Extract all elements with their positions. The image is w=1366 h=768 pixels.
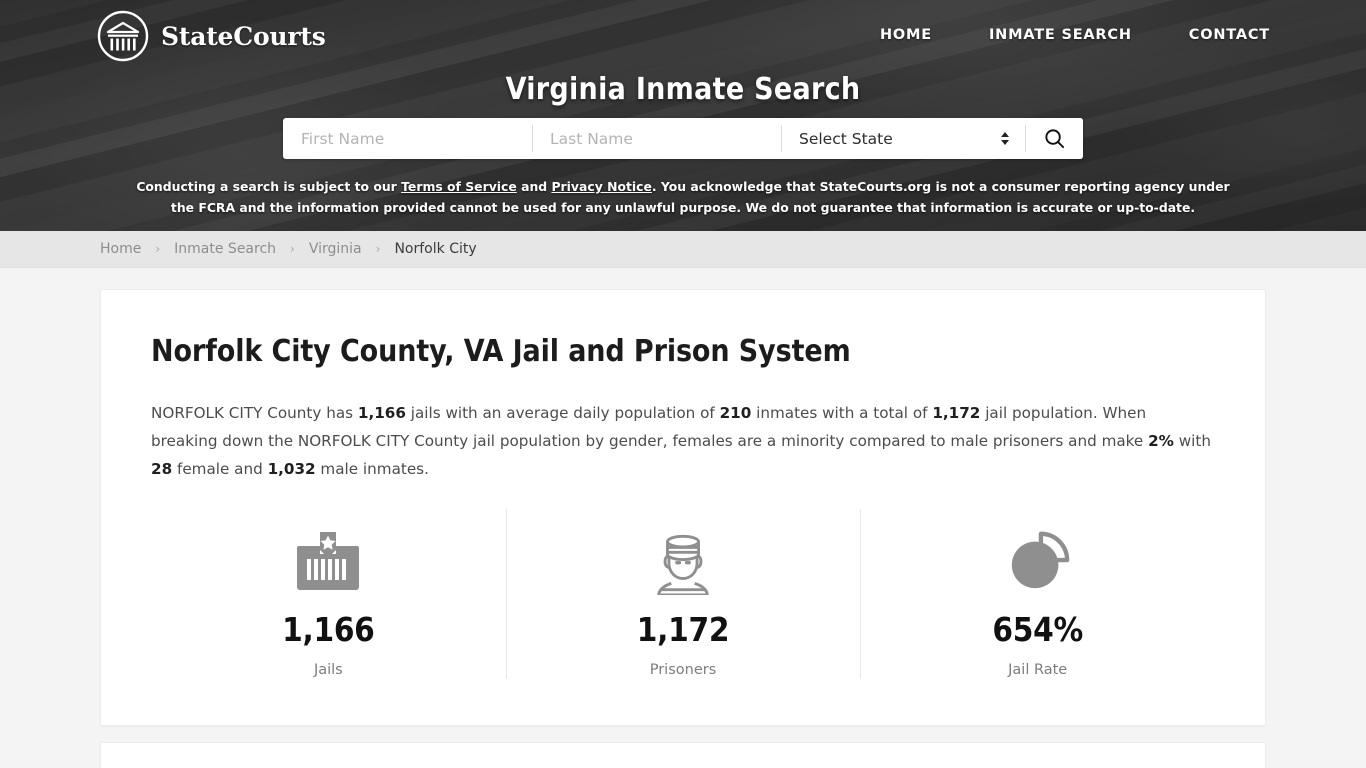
hero-title: Virginia Inmate Search — [505, 72, 861, 107]
nav-item-home[interactable]: HOME — [880, 27, 932, 43]
stat-jail-rate-value: 654% — [992, 610, 1083, 649]
search-submit-button[interactable] — [1025, 118, 1083, 159]
state-select[interactable]: Select State — [781, 118, 1025, 159]
first-name-input[interactable] — [283, 118, 532, 159]
chevron-right-icon: › — [375, 242, 381, 256]
nav-item-inmate-search[interactable]: INMATE SEARCH — [989, 27, 1132, 43]
first-name-field[interactable] — [283, 118, 532, 159]
chevron-updown-icon — [1000, 131, 1009, 147]
site-logo-link[interactable]: StateCourts — [96, 9, 326, 63]
stat-jails: 1,166 Jails — [151, 509, 506, 678]
summary-text-6: female and — [172, 460, 268, 478]
summary-text-5: with — [1173, 432, 1211, 450]
prisoner-icon — [648, 528, 718, 596]
stat-jails-value: 1,166 — [282, 610, 375, 649]
state-select-value: Select State — [799, 129, 893, 148]
summary-text-3: inmates with a total of — [751, 404, 933, 422]
summary-male-count: 1,032 — [267, 460, 316, 478]
summary-female-count: 28 — [151, 460, 173, 478]
stat-jails-label: Jails — [313, 662, 343, 678]
main-navigation: HOME INMATE SEARCH CONTACT — [880, 27, 1270, 43]
county-overview-card: Norfolk City County, VA Jail and Prison … — [100, 289, 1266, 726]
terms-of-service-link[interactable]: Terms of Service — [401, 179, 517, 194]
inmate-search-form: Select State — [283, 118, 1083, 159]
statistics-row: 1,166 Jails 1,172 Prisoners 654% Jail Ra… — [151, 509, 1215, 725]
page-content: Norfolk City County, VA Jail and Prison … — [0, 268, 1366, 768]
summary-text-2: jails with an average daily population o… — [405, 404, 720, 422]
breadcrumb-item-home[interactable]: Home — [100, 241, 141, 257]
page-title: Norfolk City County, VA Jail and Prison … — [151, 334, 851, 369]
stat-prisoners-value: 1,172 — [636, 610, 730, 649]
search-icon — [1043, 127, 1066, 150]
stat-prisoners-label: Prisoners — [649, 662, 717, 678]
summary-total-population: 1,172 — [932, 404, 981, 422]
search-disclaimer: Conducting a search is subject to our Te… — [133, 176, 1233, 218]
nav-item-contact[interactable]: CONTACT — [1189, 27, 1270, 43]
privacy-notice-link[interactable]: Privacy Notice — [551, 179, 651, 194]
chevron-right-icon: › — [155, 242, 161, 256]
county-summary-paragraph: NORFOLK CITY County has 1,166 jails with… — [151, 399, 1215, 483]
last-name-field[interactable] — [532, 118, 781, 159]
summary-jails-count: 1,166 — [357, 404, 406, 422]
summary-daily-population: 210 — [719, 404, 752, 422]
breadcrumb-item-virginia[interactable]: Virginia — [309, 241, 362, 257]
pie-chart-icon — [1003, 528, 1073, 596]
stat-jail-rate-label: Jail Rate — [1008, 662, 1068, 678]
breadcrumb-item-inmate-search[interactable]: Inmate Search — [174, 241, 276, 257]
breadcrumb-bar: Home › Inmate Search › Virginia › Norfol… — [0, 231, 1366, 268]
summary-text-1: NORFOLK CITY County has — [151, 404, 358, 422]
stat-prisoners: 1,172 Prisoners — [505, 509, 861, 679]
chevron-right-icon: › — [290, 242, 295, 256]
breadcrumb: Home › Inmate Search › Virginia › Norfol… — [100, 241, 477, 257]
site-header: StateCourts HOME INMATE SEARCH CONTACT V… — [0, 0, 1366, 231]
next-section-card — [100, 742, 1266, 768]
summary-female-percent: 2% — [1148, 432, 1174, 450]
courthouse-circle-icon — [96, 9, 150, 63]
breadcrumb-item-norfolk-city: Norfolk City — [394, 241, 477, 257]
stat-jail-rate: 654% Jail Rate — [860, 509, 1215, 679]
site-logo-text: StateCourts — [161, 21, 326, 51]
jail-building-icon — [292, 528, 364, 596]
disclaimer-text-2: and — [516, 179, 552, 194]
disclaimer-text-1: Conducting a search is subject to our — [136, 179, 402, 194]
last-name-input[interactable] — [532, 118, 781, 159]
summary-text-7: male inmates. — [315, 460, 429, 478]
